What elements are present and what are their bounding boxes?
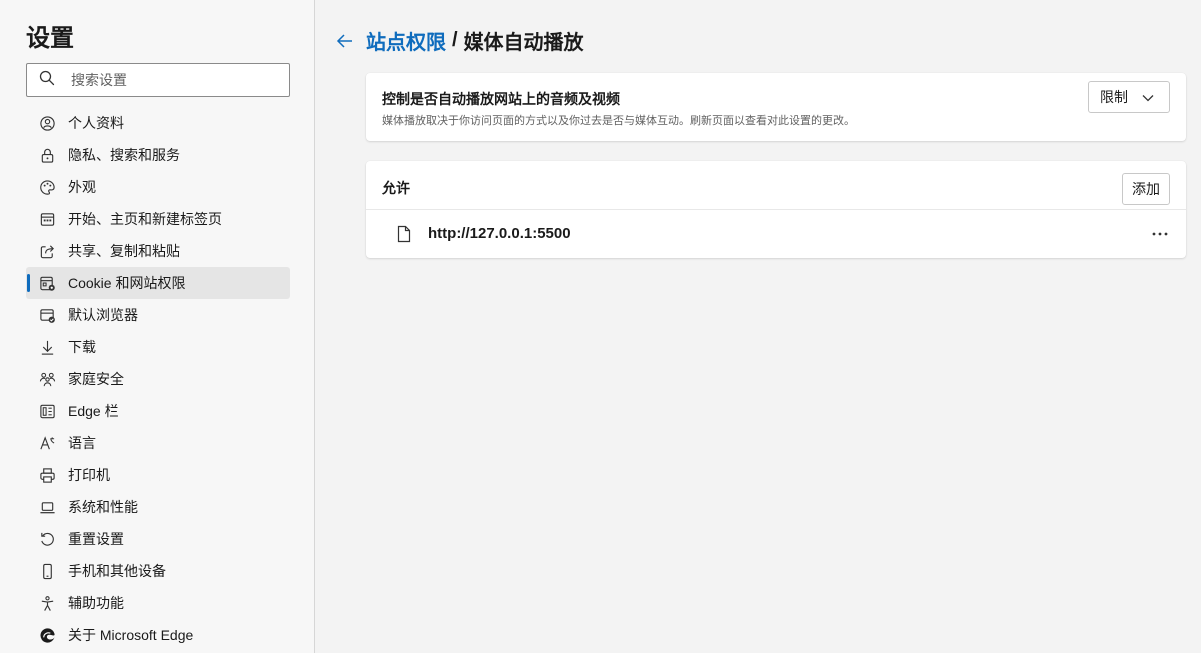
sidebar-item-label: 个人资料 xyxy=(68,115,124,131)
autoplay-setting-title: 控制是否自动播放网站上的音频及视频 xyxy=(382,91,620,107)
sidebar-item-appearance[interactable]: 外观 xyxy=(26,171,290,203)
document-icon xyxy=(397,225,411,243)
sidebar-item-label: 重置设置 xyxy=(68,531,124,547)
sidebar-item-about[interactable]: 关于 Microsoft Edge xyxy=(26,619,290,651)
more-horizontal-icon xyxy=(1152,232,1168,236)
sidebar-item-system[interactable]: 系统和性能 xyxy=(26,491,290,523)
sidebar-nav: 个人资料 隐私、搜索和服务 外观 开始、主页和新建标签页 共享、复制和粘贴 Co… xyxy=(26,107,290,651)
sidebar-item-label: 语言 xyxy=(68,435,96,451)
sidebar-item-language[interactable]: 语言 xyxy=(26,427,290,459)
search-box[interactable] xyxy=(26,63,290,97)
reset-icon xyxy=(38,530,56,548)
breadcrumb-separator: / xyxy=(452,29,458,51)
sidebar-item-share[interactable]: 共享、复制和粘贴 xyxy=(26,235,290,267)
sidebar-item-default-browser[interactable]: 默认浏览器 xyxy=(26,299,290,331)
sidebar-item-label: 手机和其他设备 xyxy=(68,563,166,579)
autoplay-select-value: 限制 xyxy=(1100,89,1128,105)
sidebar-item-label: 开始、主页和新建标签页 xyxy=(68,211,222,227)
autoplay-setting-description: 媒体播放取决于你访问页面的方式以及你过去是否与媒体互动。刷新页面以查看对此设置的… xyxy=(382,115,855,127)
sidebar-item-label: 隐私、搜索和服务 xyxy=(68,147,180,163)
sidebar-item-downloads[interactable]: 下载 xyxy=(26,331,290,363)
laptop-icon xyxy=(38,498,56,516)
add-site-button[interactable]: 添加 xyxy=(1122,173,1170,205)
sidebar-item-privacy[interactable]: 隐私、搜索和服务 xyxy=(26,139,290,171)
sidebar-item-label: 下载 xyxy=(68,339,96,355)
accessibility-icon xyxy=(38,594,56,612)
sidebar-item-edge-bar[interactable]: Edge 栏 xyxy=(26,395,290,427)
allow-list-card: 允许 添加 http://127.0.0.1:5500 xyxy=(366,161,1186,258)
sidebar-item-label: 外观 xyxy=(68,179,96,195)
share-icon xyxy=(38,242,56,260)
language-icon xyxy=(38,434,56,452)
edge-logo-icon xyxy=(38,626,56,644)
cookie-site-icon xyxy=(38,274,56,292)
site-url: http://127.0.0.1:5500 xyxy=(428,225,571,242)
sidebar-item-profile[interactable]: 个人资料 xyxy=(26,107,290,139)
breadcrumb: 站点权限 / 媒体自动播放 xyxy=(334,26,584,55)
sidebar-item-label: 默认浏览器 xyxy=(68,307,138,323)
allow-section-title: 允许 xyxy=(382,180,410,196)
chevron-down-icon xyxy=(1142,95,1154,102)
download-icon xyxy=(38,338,56,356)
sidebar-item-reset[interactable]: 重置设置 xyxy=(26,523,290,555)
sidebar-item-label: 系统和性能 xyxy=(68,499,138,515)
sidebar-item-label: Cookie 和网站权限 xyxy=(68,275,186,291)
search-input[interactable] xyxy=(71,72,271,88)
profile-icon xyxy=(38,114,56,132)
sidebar: 设置 个人资料 隐私、搜索和服务 外观 开始、主页和新建标签页 共享、复制和粘贴 xyxy=(0,0,315,653)
sidebar-title: 设置 xyxy=(26,25,74,52)
printer-icon xyxy=(38,466,56,484)
lock-icon xyxy=(38,146,56,164)
breadcrumb-site-permissions-link[interactable]: 站点权限 xyxy=(366,26,446,55)
palette-icon xyxy=(38,178,56,196)
search-icon xyxy=(39,70,55,91)
sidebar-item-label: 辅助功能 xyxy=(68,595,124,611)
home-tab-icon xyxy=(38,210,56,228)
main-content: 站点权限 / 媒体自动播放 控制是否自动播放网站上的音频及视频 媒体播放取决于你… xyxy=(316,0,1201,653)
sidebar-item-start-home[interactable]: 开始、主页和新建标签页 xyxy=(26,203,290,235)
page-title: 媒体自动播放 xyxy=(463,32,584,54)
arrow-left-icon xyxy=(336,33,352,48)
autoplay-select[interactable]: 限制 xyxy=(1088,81,1170,113)
sidebar-item-family[interactable]: 家庭安全 xyxy=(26,363,290,395)
sidebar-item-label: 家庭安全 xyxy=(68,371,124,387)
default-browser-icon xyxy=(38,306,56,324)
edge-bar-icon xyxy=(38,402,56,420)
autoplay-setting-card: 控制是否自动播放网站上的音频及视频 媒体播放取决于你访问页面的方式以及你过去是否… xyxy=(366,73,1186,141)
family-icon xyxy=(38,370,56,388)
sidebar-item-printers[interactable]: 打印机 xyxy=(26,459,290,491)
sidebar-item-phone[interactable]: 手机和其他设备 xyxy=(26,555,290,587)
sidebar-item-accessibility[interactable]: 辅助功能 xyxy=(26,587,290,619)
sidebar-item-label: 共享、复制和粘贴 xyxy=(68,243,180,259)
site-list-item: http://127.0.0.1:5500 xyxy=(366,210,1186,258)
sidebar-item-label: 打印机 xyxy=(68,467,110,483)
sidebar-item-label: Edge 栏 xyxy=(68,403,119,419)
sidebar-item-label: 关于 Microsoft Edge xyxy=(68,627,194,643)
sidebar-item-cookies[interactable]: Cookie 和网站权限 xyxy=(26,267,290,299)
more-options-button[interactable] xyxy=(1148,222,1172,246)
back-button[interactable] xyxy=(334,30,356,52)
phone-icon xyxy=(38,562,56,580)
